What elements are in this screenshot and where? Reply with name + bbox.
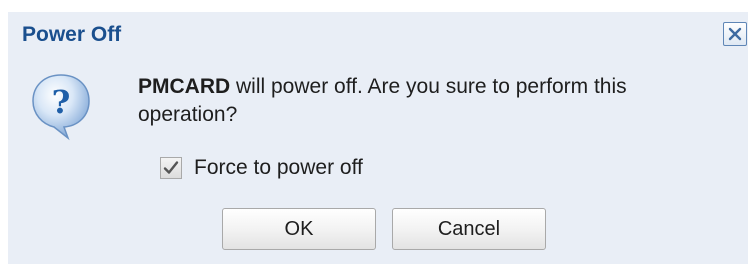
svg-text:?: ? [52,83,71,121]
dialog-titlebar: Power Off [8,12,748,64]
close-icon [728,27,742,41]
checkmark-icon [163,161,179,174]
force-power-off-checkbox[interactable] [160,157,182,179]
power-off-dialog: Power Off ? PMCARD will power off. Are y… [8,12,748,264]
confirmation-message: PMCARD will power off. Are you sure to p… [138,73,728,129]
question-mark-bubble-icon: ? [32,74,90,141]
dialog-title: Power Off [22,23,122,46]
force-power-off-label: Force to power off [194,156,363,179]
ok-button[interactable]: OK [222,208,376,250]
close-button[interactable] [723,22,747,46]
target-device-name: PMCARD [138,75,231,98]
cancel-button[interactable]: Cancel [392,208,546,250]
